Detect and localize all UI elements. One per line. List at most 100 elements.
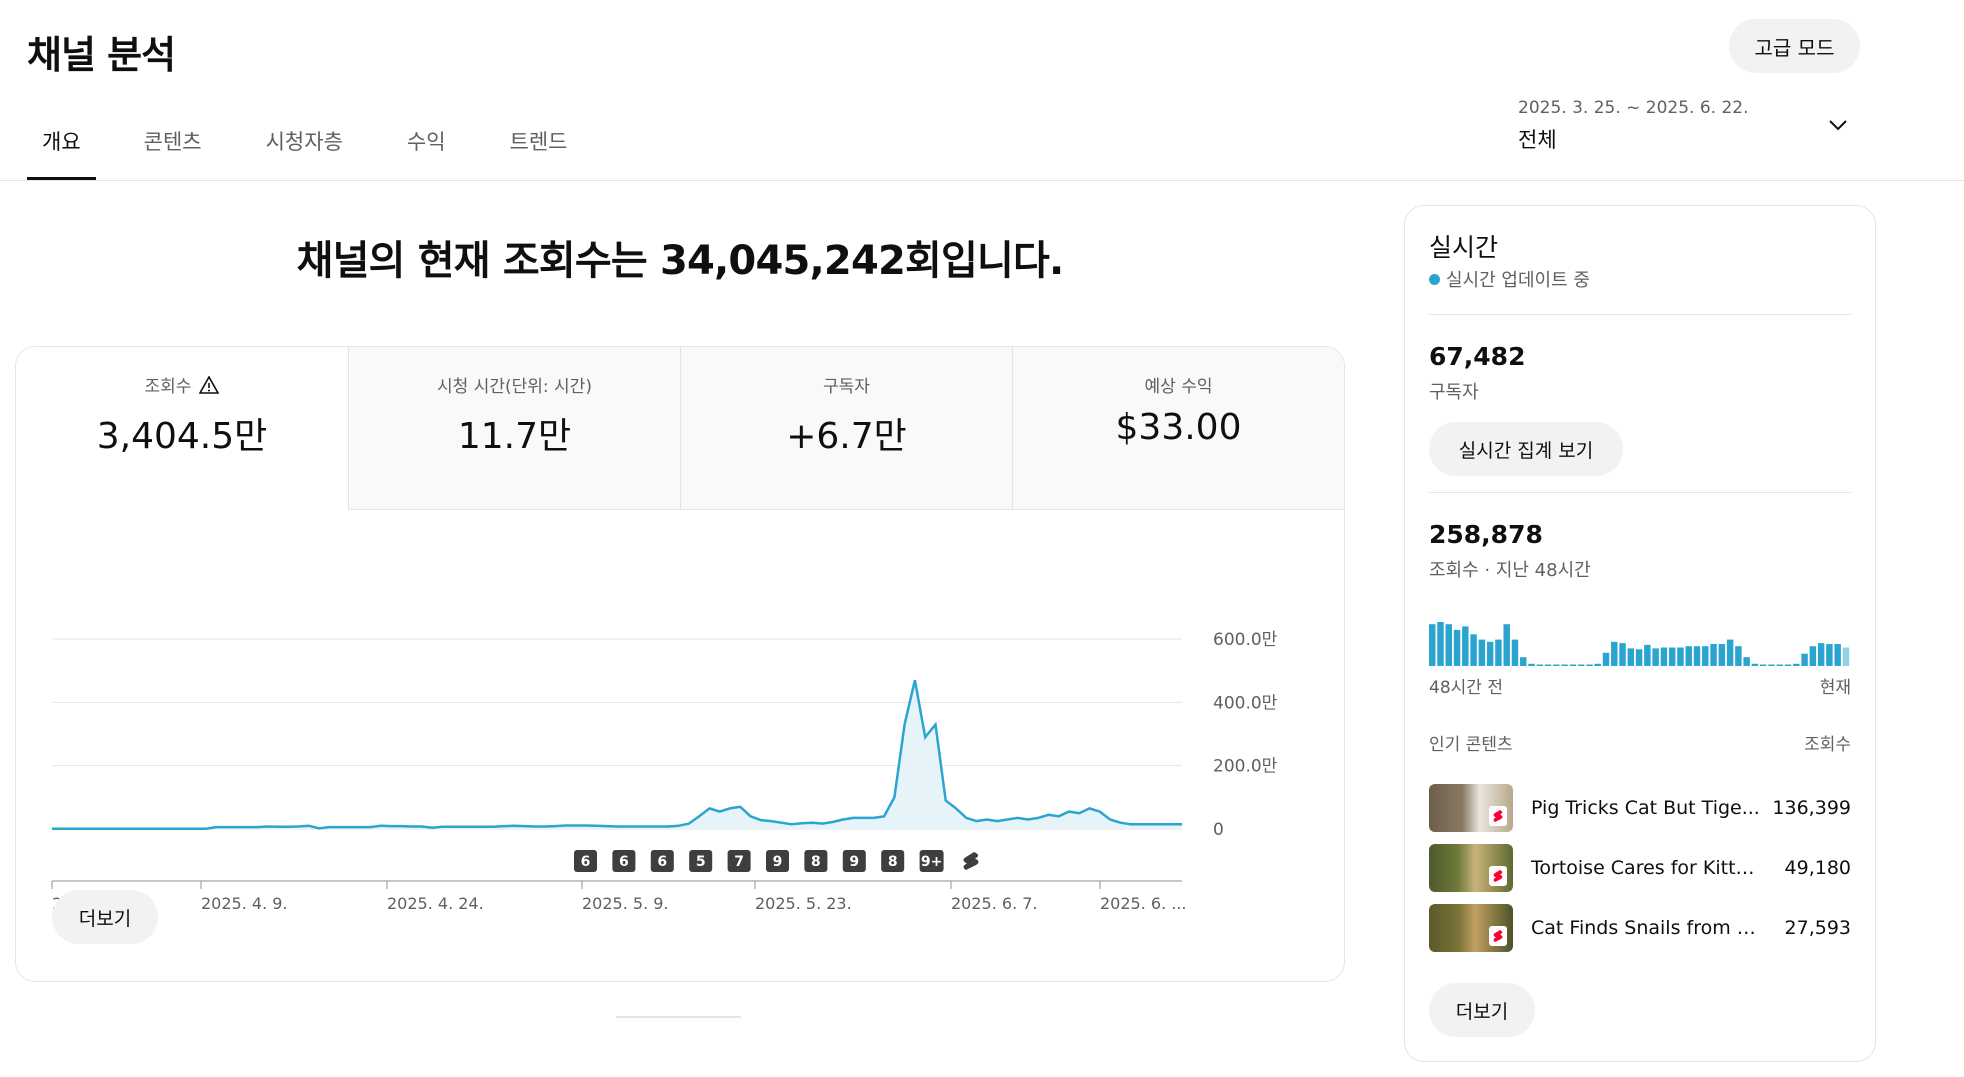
tab-revenue[interactable]: 수익 (391, 124, 462, 180)
realtime-bar (1644, 644, 1651, 666)
more-button[interactable]: 더보기 (52, 890, 158, 944)
svg-text:7: 7 (734, 854, 744, 870)
video-thumbnail (1429, 844, 1513, 892)
tab-audience[interactable]: 시청자층 (250, 124, 359, 180)
popular-item-title: Tortoise Cares for Kitten... (1531, 857, 1761, 879)
realtime-bar (1611, 641, 1618, 666)
realtime-bar (1569, 664, 1577, 666)
realtime-bar (1536, 664, 1544, 666)
video-marker[interactable]: 5 (689, 850, 713, 872)
realtime-bar (1503, 624, 1510, 666)
video-thumbnail (1429, 904, 1513, 952)
video-marker[interactable]: 6 (574, 850, 597, 872)
video-marker[interactable]: 9 (842, 850, 866, 872)
realtime-more-button[interactable]: 더보기 (1429, 983, 1535, 1037)
bar-start-label: 48시간 전 (1429, 678, 1503, 698)
chevron-down-icon (1829, 120, 1847, 131)
x-tick-label: 2025. 6. ... (1100, 894, 1187, 913)
metric-value: 11.7만 (457, 416, 572, 457)
popular-item[interactable]: Pig Tricks Cat But Tige... 136,399 (1429, 784, 1851, 832)
realtime-status: 실시간 업데이트 중 (1429, 266, 1590, 292)
tab-content[interactable]: 콘텐츠 (128, 124, 218, 180)
realtime-bar (1809, 646, 1817, 666)
realtime-bar (1801, 653, 1808, 666)
video-marker[interactable]: 6 (650, 850, 674, 872)
tab-overview[interactable]: 개요 (27, 124, 96, 180)
video-marker[interactable]: 7 (727, 850, 751, 872)
realtime-bar (1544, 664, 1552, 666)
realtime-bar (1577, 664, 1585, 666)
popular-item[interactable]: Cat Finds Snails from a ... 27,593 (1429, 904, 1851, 952)
y-tick-label: 0 (1213, 820, 1224, 840)
svg-text:5: 5 (696, 854, 706, 870)
realtime-bar (1429, 624, 1436, 666)
realtime-bar (1834, 644, 1841, 666)
realtime-bar (1478, 639, 1486, 666)
realtime-bar (1702, 646, 1709, 666)
metric-tabs: 조회수 3,404.5만 시청 시간(단위: 시간) 11.7만 구독자 +6.… (16, 347, 1344, 510)
svg-text:6: 6 (657, 854, 667, 870)
realtime-bar (1735, 646, 1742, 666)
realtime-bar (1776, 664, 1783, 666)
realtime-views-value: 258,878 (1429, 520, 1543, 549)
advanced-mode-button[interactable]: 고급 모드 (1729, 19, 1860, 73)
scroll-indicator (616, 1016, 741, 1018)
realtime-bar (1710, 644, 1717, 666)
realtime-views-bar-chart[interactable] (1429, 606, 1851, 666)
realtime-bar (1751, 663, 1759, 666)
realtime-bar (1693, 646, 1701, 666)
realtime-bar (1759, 664, 1767, 666)
shorts-icon (1489, 926, 1507, 946)
video-marker[interactable]: 9+ (919, 850, 944, 872)
svg-text:9: 9 (849, 854, 859, 870)
overview-card: 조회수 3,404.5만 시청 시간(단위: 시간) 11.7만 구독자 +6.… (15, 346, 1345, 982)
metric-label: 구독자 (823, 377, 870, 397)
x-tick-label: 2025. 5. 23. (755, 894, 852, 913)
realtime-bar (1520, 657, 1527, 666)
realtime-bar (1486, 641, 1494, 666)
date-range-selector[interactable]: 2025. 3. 25. ~ 2025. 6. 22. 전체 (1518, 98, 1848, 158)
realtime-subscribers-label: 구독자 (1429, 382, 1479, 403)
tab-trends[interactable]: 트렌드 (494, 124, 584, 180)
divider (1429, 492, 1851, 493)
realtime-count-button[interactable]: 실시간 집계 보기 (1429, 422, 1623, 476)
views-chart[interactable]: 600.0만400.0만200.0만0 6665798989+ 2025. 3.… (16, 510, 1345, 982)
metric-revenue[interactable]: 예상 수익 $33.00 (1012, 347, 1344, 510)
metric-watch-time[interactable]: 시청 시간(단위: 시간) 11.7만 (348, 347, 680, 510)
svg-text:6: 6 (581, 854, 591, 870)
realtime-bar (1768, 664, 1775, 666)
realtime-card: 실시간 실시간 업데이트 중 67,482 구독자 실시간 집계 보기 258,… (1404, 205, 1876, 1062)
svg-text:6: 6 (619, 854, 629, 870)
popular-item-views: 27,593 (1784, 917, 1851, 939)
realtime-bar (1685, 646, 1692, 666)
x-tick-label: 2025. 4. 9. (201, 894, 288, 913)
metric-views[interactable]: 조회수 3,404.5만 (16, 347, 348, 510)
realtime-bar (1652, 648, 1659, 666)
video-marker[interactable]: 8 (881, 850, 905, 872)
realtime-bar (1445, 624, 1452, 666)
shorts-icon (1489, 866, 1507, 886)
realtime-bar (1793, 663, 1800, 666)
metric-value: $33.00 (1115, 407, 1242, 448)
video-marker[interactable]: 9 (766, 850, 789, 872)
realtime-bar (1784, 664, 1792, 666)
realtime-bar (1677, 647, 1684, 666)
metric-subscribers[interactable]: 구독자 +6.7만 (680, 347, 1012, 510)
divider (1429, 314, 1851, 315)
realtime-bar (1718, 644, 1726, 666)
svg-text:8: 8 (811, 854, 821, 870)
realtime-bar (1627, 648, 1635, 666)
metric-label: 조회수 (144, 377, 192, 397)
shorts-icon (1489, 806, 1507, 826)
popular-item[interactable]: Tortoise Cares for Kitten... 49,180 (1429, 844, 1851, 892)
video-marker[interactable]: 8 (804, 850, 828, 872)
x-tick-label: 2025. 6. 7. (951, 894, 1038, 913)
page-title: 채널 분석 (27, 33, 176, 77)
realtime-subscribers-value: 67,482 (1429, 342, 1526, 371)
shorts-marker-icon[interactable] (963, 852, 979, 870)
warning-icon[interactable] (199, 375, 220, 394)
realtime-bar (1453, 629, 1461, 666)
video-marker[interactable]: 6 (612, 850, 636, 872)
realtime-bar (1842, 647, 1850, 666)
metric-label: 예상 수익 (1144, 377, 1213, 397)
